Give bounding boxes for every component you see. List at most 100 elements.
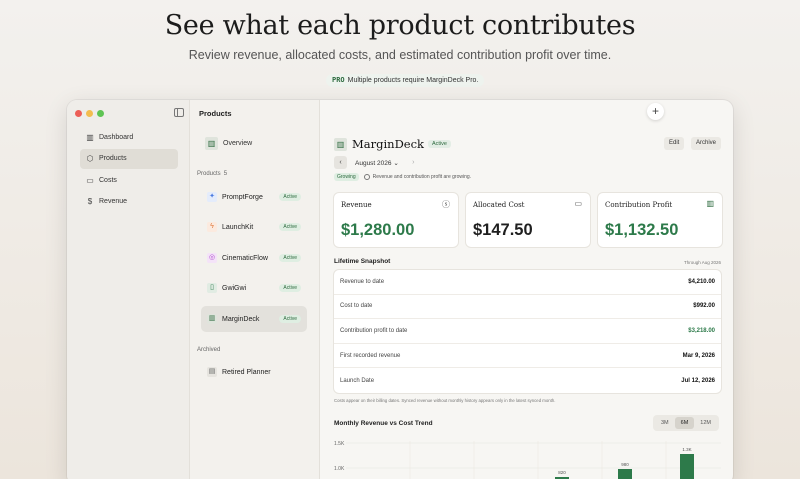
camera-icon: ◎ xyxy=(207,253,217,263)
snapshot-title: Lifetime Snapshot xyxy=(334,258,391,265)
hero-subtitle: Review revenue, allocated costs, and est… xyxy=(188,48,612,62)
profit-value: $1,132.50 xyxy=(605,221,679,239)
growing-badge: Growing xyxy=(334,173,359,181)
add-product-button[interactable]: + xyxy=(647,103,664,120)
pro-text: Multiple products require MarginDeck Pro… xyxy=(347,77,479,84)
bar-chart-icon: ▥ xyxy=(207,314,217,324)
info-icon xyxy=(363,174,370,180)
table-row: Cost to date $992.00 xyxy=(334,295,721,320)
sidebar-item-label: Costs xyxy=(99,176,117,184)
products-column: Products ▥ Overview Products 5 ✦ PromptFo… xyxy=(190,100,320,479)
row-value: $4,210.00 xyxy=(688,278,715,285)
product-name: PromptForge xyxy=(222,193,263,201)
product-item-margindeck[interactable]: ▥ MarginDeck Active xyxy=(201,306,307,332)
range-12m[interactable]: 12M xyxy=(694,417,717,429)
sidebar-item-costs[interactable]: ▭ Costs xyxy=(80,170,178,190)
product-item-cinematicflow[interactable]: ◎ CinematicFlow Active xyxy=(201,245,307,271)
status-badge: Active xyxy=(279,193,301,201)
contribution-profit-card: Contribution Profit ▥ $1,132.50 xyxy=(598,193,722,247)
month-dropdown[interactable]: August 2026 ⌄ xyxy=(355,159,399,167)
product-item-promptforge[interactable]: ✦ PromptForge Active xyxy=(201,184,307,210)
row-value: $3,218.00 xyxy=(688,327,715,334)
product-item-gwigwi[interactable]: ▯ GwiGwi Active xyxy=(201,275,307,301)
hero-title: See what each product contributes xyxy=(164,10,636,41)
revenue-card: Revenue ⓢ $1,280.00 xyxy=(334,193,458,247)
row-value: $992.00 xyxy=(693,303,715,310)
card-icon: ▭ xyxy=(574,199,582,208)
product-name: CinematicFlow xyxy=(222,254,268,262)
trend-chart: 1.5K 1.0K 820 980 1.3K xyxy=(334,441,721,479)
chevron-right-icon[interactable]: › xyxy=(407,156,420,169)
range-3m[interactable]: 3M xyxy=(655,417,675,429)
bolt-icon: ϟ xyxy=(207,222,217,232)
status-badge: Active xyxy=(279,315,301,323)
products-section-label: Products 5 xyxy=(197,171,227,177)
table-row: Revenue to date $4,210.00 xyxy=(334,270,721,295)
product-name: GwiGwi xyxy=(222,284,247,292)
zoom-window-button[interactable] xyxy=(97,110,104,117)
products-count: 5 xyxy=(223,171,228,177)
sparkle-icon: ✦ xyxy=(207,192,217,202)
product-header: ▥ MarginDeck Active xyxy=(334,137,451,151)
bar-chart-icon: ▥ xyxy=(334,137,347,151)
row-label: First recorded revenue xyxy=(340,352,401,359)
bar-data-label: 1.3K xyxy=(682,447,691,452)
row-label: Contribution profit to date xyxy=(340,327,408,334)
chevron-left-icon[interactable]: ‹ xyxy=(334,156,347,169)
product-item-launchkit[interactable]: ϟ LaunchKit Active xyxy=(201,214,307,240)
close-window-button[interactable] xyxy=(75,110,82,117)
allocated-cost-card: Allocated Cost ▭ $147.50 xyxy=(466,193,590,247)
cost-value: $147.50 xyxy=(473,221,533,239)
revenue-value: $1,280.00 xyxy=(341,221,415,239)
archive-box-icon: ▤ xyxy=(207,367,217,377)
row-label: Cost to date xyxy=(340,303,373,310)
trend-chart-title: Monthly Revenue vs Cost Trend xyxy=(334,420,433,427)
overview-item[interactable]: ▥ Overview xyxy=(205,137,252,150)
sidebar-toggle-icon[interactable] xyxy=(174,108,184,117)
product-title: MarginDeck xyxy=(352,137,425,151)
table-row: Launch Date Jul 12, 2026 xyxy=(334,368,721,393)
snapshot-through: Through Aug 2026 xyxy=(683,260,721,265)
snapshot-table: Revenue to date $4,210.00 Cost to date $99… xyxy=(334,270,721,393)
month-selector: ‹ August 2026 ⌄ › xyxy=(334,156,420,169)
dollar-icon: $ xyxy=(87,197,93,206)
card-title: Contribution Profit xyxy=(605,201,673,209)
edit-button[interactable]: Edit xyxy=(664,137,685,150)
row-label: Revenue to date xyxy=(340,278,385,285)
table-row: Contribution profit to date $3,218.00 xyxy=(334,319,721,344)
box-icon: ⬡ xyxy=(86,154,94,163)
pro-tag: PRO xyxy=(332,76,345,84)
row-label: Launch Date xyxy=(340,377,375,384)
bar-chart-icon: ▥ xyxy=(205,137,218,150)
bar-data-label: 820 xyxy=(558,470,566,475)
range-selector: 3M 6M 12M xyxy=(653,415,719,431)
product-detail: ▥ MarginDeck Active Edit Archive ‹ Augus… xyxy=(320,100,733,479)
sidebar-nav: ▥ Dashboard ⬡ Products ▭ Costs $ Revenue xyxy=(80,127,178,213)
archive-button[interactable]: Archive xyxy=(691,137,722,150)
row-value: Mar 9, 2026 xyxy=(682,352,715,359)
bar-chart-icon: ▥ xyxy=(706,199,714,208)
month-label: August 2026 xyxy=(355,159,392,167)
archived-section-label: Archived xyxy=(197,347,221,353)
minimize-window-button[interactable] xyxy=(86,110,93,117)
status-badge: Active xyxy=(428,140,451,148)
revenue-bar xyxy=(680,454,694,479)
status-badge: Active xyxy=(279,284,301,292)
sidebar-item-label: Products xyxy=(99,155,127,162)
status-badge: Active xyxy=(279,254,301,262)
sidebar-item-revenue[interactable]: $ Revenue xyxy=(80,192,178,212)
product-item-retired-planner[interactable]: ▤ Retired Planner xyxy=(201,359,307,385)
range-6m[interactable]: 6M xyxy=(674,417,695,429)
sidebar-item-products[interactable]: ⬡ Products xyxy=(80,148,178,169)
section-label-text: Products xyxy=(197,171,221,177)
product-name: MarginDeck xyxy=(222,315,260,323)
pro-notice: PRO Multiple products require MarginDeck … xyxy=(326,74,485,87)
card-title: Revenue xyxy=(341,201,372,209)
app-window: ▥ Dashboard ⬡ Products ▭ Costs $ Revenue… xyxy=(67,100,733,479)
overview-label: Overview xyxy=(223,140,253,147)
sidebar-item-dashboard[interactable]: ▥ Dashboard xyxy=(80,127,178,147)
footnote: Costs appear on their billing dates. Syn… xyxy=(334,398,556,403)
products-column-title: Products xyxy=(199,109,232,118)
product-name: LaunchKit xyxy=(222,223,254,231)
row-value: Jul 12, 2026 xyxy=(681,377,715,384)
